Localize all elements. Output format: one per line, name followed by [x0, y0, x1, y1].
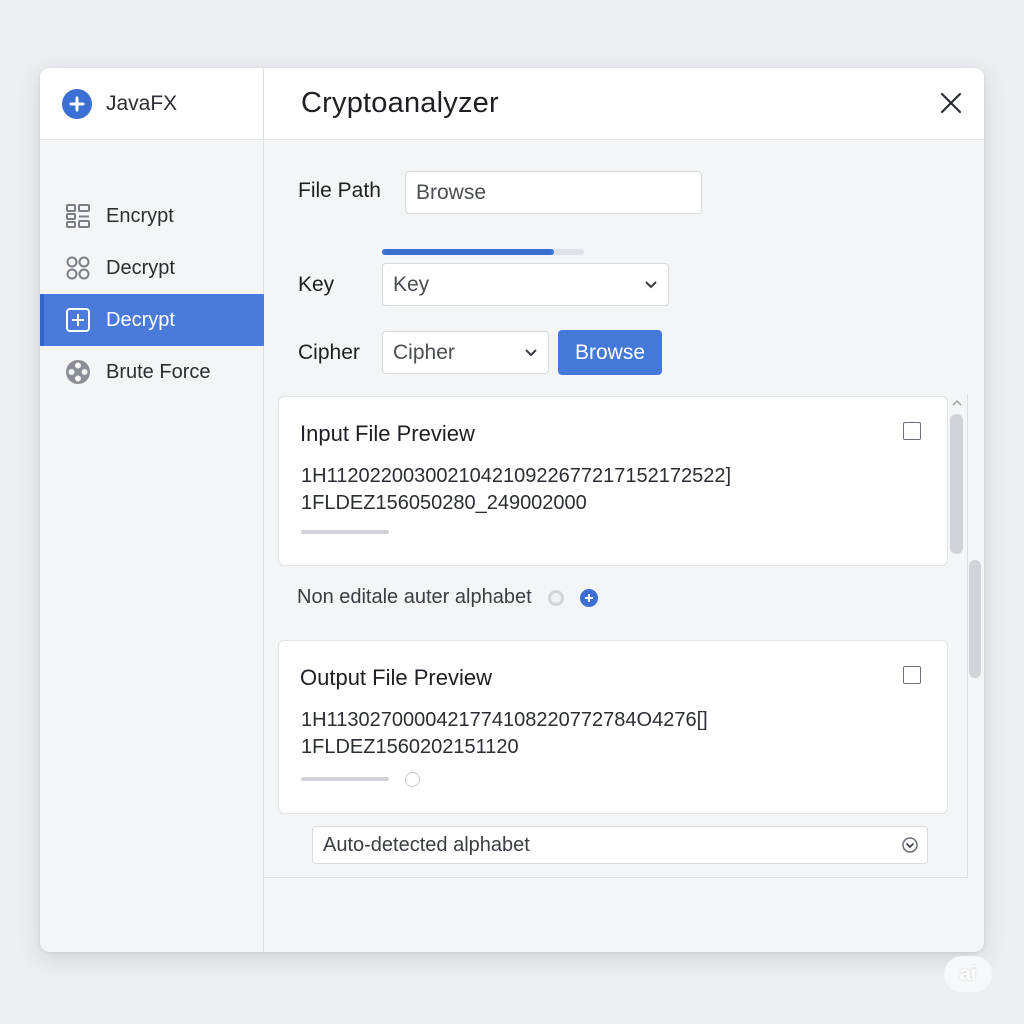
input-preview-checkbox[interactable] [903, 422, 921, 440]
alphabet-select-value: Auto-detected alphabet [323, 833, 530, 856]
sidebar-item-label: Decrypt [106, 308, 175, 331]
sidebar-item-decrypt-active[interactable]: Decrypt [40, 294, 264, 346]
key-select-value: Key [393, 272, 430, 296]
sidebar-item-encrypt[interactable]: Encrypt [40, 190, 264, 242]
output-preview-title: Output File Preview [300, 665, 492, 690]
inner-scrollbar-thumb[interactable] [950, 414, 963, 554]
output-preview-card: Output File Preview 1H113027000042177410… [278, 640, 948, 814]
sidebar-item-decrypt[interactable]: Decrypt [40, 242, 264, 294]
cipher-select[interactable]: Cipher [382, 331, 549, 374]
sidebar-item-label: Decrypt [106, 256, 175, 279]
sidebar-item-label: Encrypt [106, 204, 174, 227]
input-preview-card: Input File Preview 1H1120220030021042109… [278, 396, 948, 566]
plus-square-icon [64, 306, 92, 334]
chevron-down-icon [645, 280, 657, 288]
sidebar: JavaFX Encrypt Decrypt Decrypt Brute For… [40, 68, 264, 952]
sidebar-header: JavaFX [40, 68, 263, 140]
key-label: Key [298, 273, 335, 296]
sidebar-nav: Encrypt Decrypt Decrypt Brute Force [40, 190, 264, 398]
main-header: Cryptoanalyzer [264, 68, 984, 140]
close-icon[interactable] [938, 90, 964, 116]
output-preview-checkbox[interactable] [903, 666, 921, 684]
input-preview-progress [301, 530, 389, 534]
cipher-select-value: Cipher [393, 340, 455, 364]
input-preview-line-1: 1H112022003002104210922677217152172522] [301, 465, 732, 487]
watermark-badge: ai [944, 956, 992, 992]
output-preview-progress [301, 777, 389, 781]
file-path-input[interactable]: Browse [405, 171, 702, 214]
cipher-label: Cipher [298, 341, 360, 364]
scroll-up-icon[interactable] [951, 398, 963, 408]
chevron-circle-icon [902, 837, 918, 853]
page-title: Cryptoanalyzer [301, 87, 499, 119]
app-brand: JavaFX [106, 91, 178, 115]
output-preview-line-2: 1FLDEZ1560202151120 [301, 736, 519, 758]
progress-fill [382, 249, 554, 255]
sidebar-item-label: Brute Force [106, 360, 211, 383]
grid-icon [64, 202, 92, 230]
alphabet-note: Non editale auter alphabet [297, 586, 532, 608]
file-path-label: File Path [298, 179, 381, 202]
output-preview-line-1: 1H1130270000421774108220772784O4276[] [301, 709, 708, 731]
browse-button[interactable]: Browse [558, 330, 662, 375]
input-preview-line-2: 1FLDEZ156050280_249002000 [301, 492, 587, 514]
main-scrollbar-thumb[interactable] [969, 560, 981, 678]
add-icon[interactable] [579, 588, 598, 607]
circles-icon [64, 254, 92, 282]
progress-bar [382, 249, 584, 255]
preview-scroll-area: Input File Preview 1H1120220030021042109… [264, 394, 968, 878]
plus-circle-icon [62, 88, 92, 119]
input-preview-title: Input File Preview [300, 421, 475, 446]
output-preview-radio[interactable] [405, 772, 420, 787]
reel-icon [64, 358, 92, 386]
app-window: JavaFX Encrypt Decrypt Decrypt Brute For… [40, 68, 984, 952]
key-select[interactable]: Key [382, 263, 669, 306]
main-panel: Cryptoanalyzer File Path Browse Key Key … [264, 68, 984, 952]
alphabet-select[interactable]: Auto-detected alphabet [312, 826, 928, 864]
chevron-down-icon [525, 348, 537, 356]
sidebar-item-brute-force[interactable]: Brute Force [40, 346, 264, 398]
alphabet-toggle[interactable] [547, 589, 564, 606]
alphabet-note-row: Non editale auter alphabet [297, 586, 598, 609]
